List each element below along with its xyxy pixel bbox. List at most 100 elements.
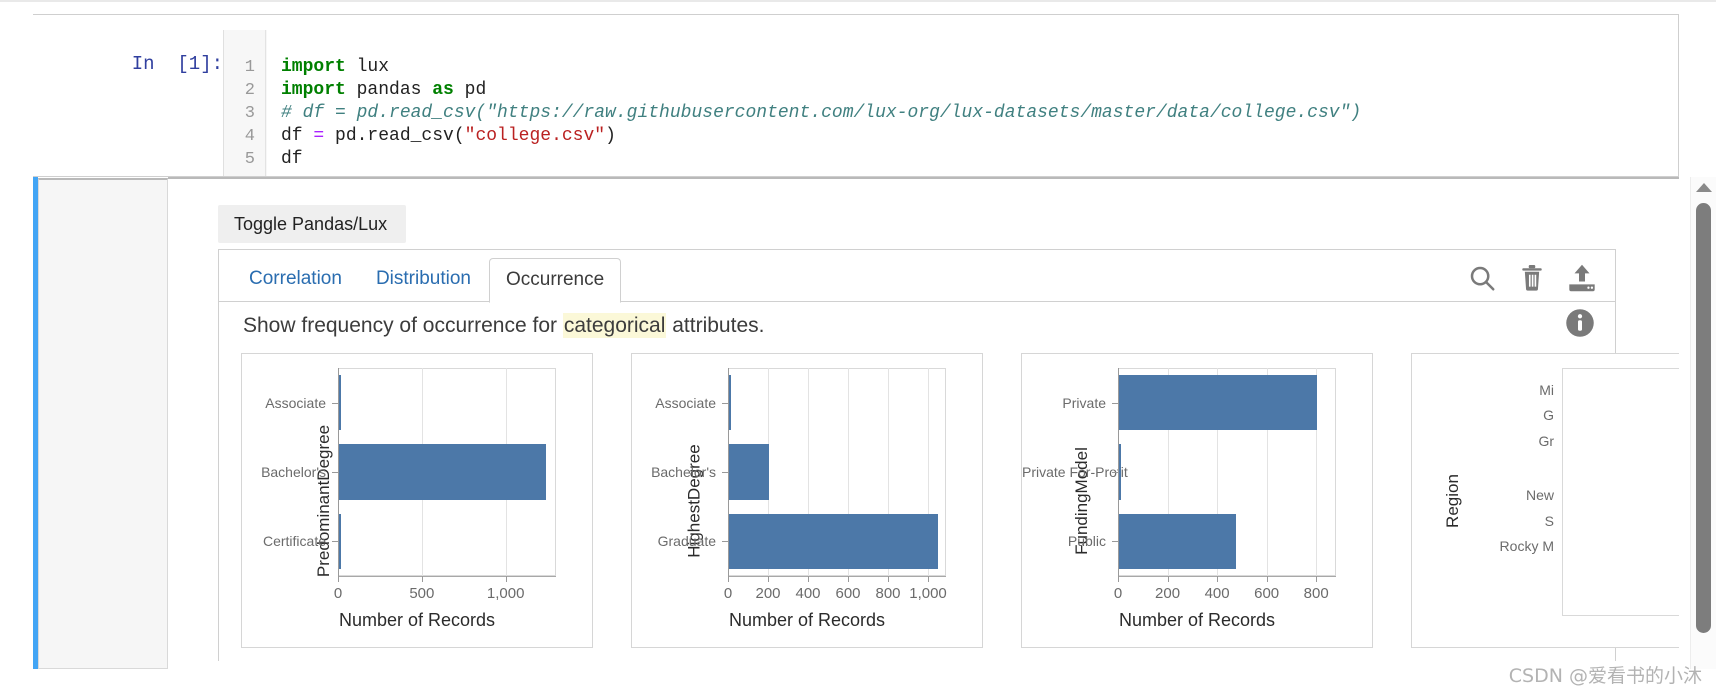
x-tick-mark xyxy=(338,576,339,582)
y-tick-label: Certificate xyxy=(262,533,326,550)
code-token: import xyxy=(281,57,346,77)
toggle-pandas-lux-button[interactable]: Toggle Pandas/Lux xyxy=(218,205,406,243)
input-prompt-label: In [1]: xyxy=(131,53,223,75)
code-line[interactable]: import pandas as pd xyxy=(281,79,486,102)
x-tick-mark xyxy=(768,576,769,582)
code-token: df xyxy=(281,149,303,169)
line-number: 5 xyxy=(244,150,255,169)
info-icon[interactable] xyxy=(1565,308,1595,343)
x-tick-label: 1,000 xyxy=(486,585,525,602)
x-tick-mark xyxy=(888,576,889,582)
chart-card-list: PredominantDegree Associate Bachelor's Cert… xyxy=(241,353,1679,653)
y-tick-label: Graduate xyxy=(657,533,716,550)
x-tick-label: 200 xyxy=(755,585,781,602)
code-token: df xyxy=(281,126,314,146)
code-lines[interactable]: import lux import pandas as pd # df = pd.r… xyxy=(267,30,1678,176)
search-icon[interactable] xyxy=(1467,263,1497,293)
desc-highlight: categorical xyxy=(562,313,667,338)
x-tick-mark xyxy=(1217,576,1219,582)
desc-prefix: Show frequency of occurrence for xyxy=(243,314,563,337)
notebook-input-cell[interactable]: In [1]: 12345 import lux import pandas as… xyxy=(33,14,1679,177)
x-axis-label: Number of Records xyxy=(728,610,886,630)
y-tick-label: Bachelor's xyxy=(651,464,716,480)
x-tick-label: 400 xyxy=(1204,585,1230,602)
x-tick-mark xyxy=(1316,576,1318,582)
y-tick-label: Mi xyxy=(1539,382,1554,398)
code-editor[interactable]: 12345 import lux import pandas as pd # df … xyxy=(223,30,1678,176)
x-tick-mark xyxy=(421,576,423,582)
x-tick-label: 800 xyxy=(1303,585,1329,602)
bar[interactable] xyxy=(728,513,938,570)
x-tick-mark xyxy=(1167,576,1169,582)
y-tick-label: Private xyxy=(1062,394,1106,411)
x-tick-label: 600 xyxy=(835,585,861,602)
x-tick-mark xyxy=(848,576,849,582)
x-tick-label: 400 xyxy=(795,585,821,602)
y-tick-label: Bachelor's xyxy=(261,464,326,480)
code-token: "college.csv" xyxy=(464,126,606,146)
bar[interactable] xyxy=(338,444,546,500)
output-prompt-gutter xyxy=(38,178,168,669)
code-token: pd.read_csv( xyxy=(324,126,465,146)
x-axis-label: Number of Records xyxy=(1118,610,1276,630)
x-tick-label: 200 xyxy=(1155,585,1181,602)
code-token: pd xyxy=(453,80,487,100)
tab-bar: Correlation Distribution Occurrence xyxy=(219,250,1615,303)
tab-distribution[interactable]: Distribution xyxy=(360,258,487,303)
lux-tab-widget: Correlation Distribution Occurrence Show f… xyxy=(218,249,1679,661)
y-tick-label: Public xyxy=(1067,533,1106,550)
x-axis-line xyxy=(728,576,946,577)
bar[interactable] xyxy=(1118,374,1318,431)
code-token: import xyxy=(281,80,346,100)
scroll-up-arrow-icon[interactable] xyxy=(1696,183,1712,192)
x-tick-mark xyxy=(1266,576,1268,582)
upload-icon[interactable] xyxy=(1567,263,1597,293)
x-tick-mark xyxy=(1118,576,1119,582)
y-tick-label: Gr xyxy=(1538,433,1554,449)
y-tick-label: S xyxy=(1544,513,1554,529)
scrollbar-thumb[interactable] xyxy=(1696,203,1711,633)
y-tick-label: New xyxy=(1525,487,1554,503)
widget-toolbar xyxy=(1467,262,1597,294)
y-tick-label: Associate xyxy=(655,394,716,411)
tab-description: Show frequency of occurrence for categor… xyxy=(243,313,765,338)
plot-frame xyxy=(1562,368,1679,616)
x-axis-label: Number of Records xyxy=(338,610,496,630)
y-axis-label: PredominantDegree xyxy=(314,424,334,577)
notebook-output-area: Toggle Pandas/Lux Correlation Distributi… xyxy=(38,177,1679,669)
x-tick-label: 0 xyxy=(723,585,733,602)
y-tick-label: G xyxy=(1543,407,1554,423)
code-token: lux xyxy=(345,57,390,77)
bar[interactable] xyxy=(728,444,769,500)
bar[interactable] xyxy=(1118,513,1236,570)
bar-chart: FundingModel Private Private For-Profit Pub… xyxy=(1022,354,1372,647)
bar-chart: Region Mi G Gr New S Rocky M xyxy=(1412,354,1679,647)
chart-card[interactable]: PredominantDegree Associate Bachelor's Cert… xyxy=(241,353,593,648)
x-tick-label: 600 xyxy=(1254,585,1280,602)
chart-card[interactable]: Region Mi G Gr New S Rocky M xyxy=(1411,353,1679,648)
code-line[interactable]: import lux xyxy=(281,56,389,79)
x-tick-mark xyxy=(505,576,507,582)
code-line[interactable]: # df = pd.read_csv("https://raw.githubus… xyxy=(281,102,1361,125)
code-line[interactable]: df = pd.read_csv("college.csv") xyxy=(281,125,616,148)
x-tick-label: 0 xyxy=(333,585,343,602)
bar-chart: HighestDegree Associate Bachelor's Graduate… xyxy=(632,354,982,647)
code-line[interactable]: df xyxy=(281,148,303,171)
y-tick-label: Rocky M xyxy=(1499,538,1554,554)
y-tick-label: Associate xyxy=(265,394,326,411)
top-divider xyxy=(0,0,1716,2)
x-tick-label: 800 xyxy=(875,585,901,602)
code-token: # df = pd.read_csv("https://raw.githubus… xyxy=(281,103,1362,123)
tab-occurrence[interactable]: Occurrence xyxy=(488,258,622,303)
tab-correlation[interactable]: Correlation xyxy=(233,258,358,303)
desc-suffix: attributes. xyxy=(666,314,765,337)
chart-card[interactable]: HighestDegree Associate Bachelor's Graduate… xyxy=(631,353,983,648)
chart-card[interactable]: FundingModel Private Private For-Profit Pub… xyxy=(1021,353,1373,648)
line-number-gutter: 1 2 3 4 5 xyxy=(224,30,266,176)
y-tick-label: Private For-Profit xyxy=(1022,464,1128,480)
line-number: 3 xyxy=(244,104,255,123)
line-number: 4 xyxy=(244,127,255,146)
output-scrollbar[interactable] xyxy=(1690,177,1716,669)
trash-icon[interactable] xyxy=(1519,263,1545,293)
x-tick-mark xyxy=(928,576,929,582)
